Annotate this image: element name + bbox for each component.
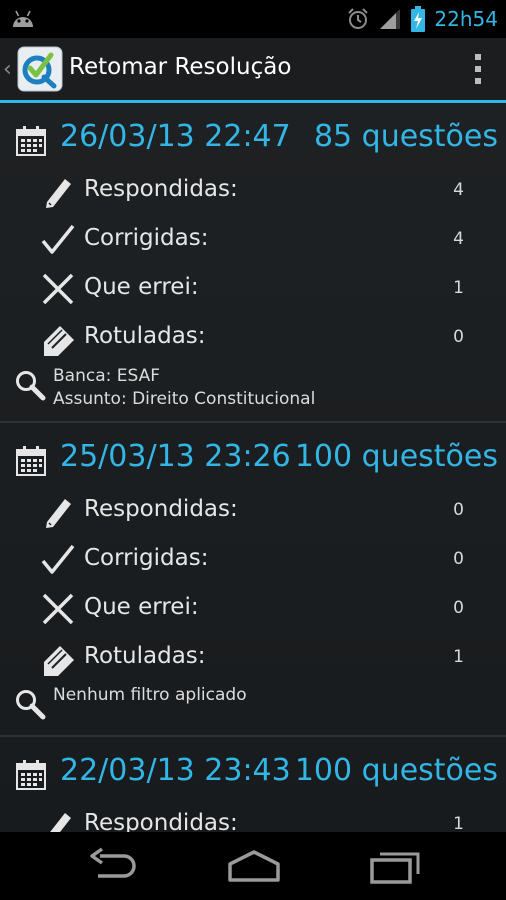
session-header: 25/03/13 23:26 100 questões <box>0 423 506 487</box>
magnifier-icon <box>16 690 46 720</box>
stat-label: Rotuladas: <box>84 643 206 669</box>
navigation-bar <box>0 832 506 900</box>
status-time: 22h54 <box>434 7 498 31</box>
check-icon <box>41 544 75 574</box>
calendar-icon <box>16 446 46 476</box>
stat-label: Que errei: <box>84 594 199 620</box>
stat-label: Respondidas: <box>84 810 238 832</box>
tag-pencil-icon <box>44 326 74 356</box>
pencil-icon <box>46 179 71 208</box>
magnifier-icon <box>16 371 46 401</box>
filter-line: Nenhum filtro aplicado <box>53 685 247 705</box>
check-icon <box>41 224 75 254</box>
stat-row-labeled: Rotuladas: 1 <box>0 634 506 678</box>
status-bar: 22h54 <box>0 0 506 38</box>
stat-row-answered: Respondidas: 4 <box>0 167 506 211</box>
android-debug-icon <box>13 10 33 27</box>
alarm-icon <box>348 8 369 29</box>
app-logo-icon[interactable] <box>17 46 63 92</box>
pencil-icon <box>46 499 71 528</box>
question-count: 100 questões <box>294 439 498 474</box>
calendar-icon <box>16 760 46 790</box>
stat-label: Respondidas: <box>84 176 238 202</box>
stat-row-corrected: Corrigidas: 0 <box>0 536 506 580</box>
stat-label: Que errei: <box>84 274 199 300</box>
session-header: 22/03/13 23:43 100 questões <box>0 737 506 801</box>
stat-row-corrected: Corrigidas: 4 <box>0 216 506 260</box>
stat-label: Corrigidas: <box>84 545 209 571</box>
session-list[interactable]: 26/03/13 22:47 85 questões Respondidas: … <box>0 103 506 832</box>
session-item[interactable]: 22/03/13 23:43 100 questões Respondidas:… <box>0 737 506 832</box>
stat-value: 1 <box>453 278 464 298</box>
session-date: 25/03/13 23:26 <box>60 439 291 474</box>
back-icon[interactable] <box>88 846 140 886</box>
session-header: 26/03/13 22:47 85 questões <box>0 103 506 167</box>
stat-value: 4 <box>453 229 464 249</box>
action-bar: ‹ Retomar Resolução <box>0 38 506 100</box>
stat-row-labeled: Rotuladas: 0 <box>0 314 506 358</box>
tag-pencil-icon <box>44 646 74 676</box>
stat-label: Respondidas: <box>84 496 238 522</box>
stat-value: 1 <box>453 814 464 832</box>
signal-icon <box>380 9 401 29</box>
session-date: 26/03/13 22:47 <box>60 119 291 154</box>
stat-value: 0 <box>453 549 464 569</box>
up-caret-icon[interactable]: ‹ <box>3 57 12 82</box>
stat-value: 0 <box>453 598 464 618</box>
pencil-icon <box>50 813 71 832</box>
x-icon <box>42 273 74 305</box>
stat-value: 1 <box>453 647 464 667</box>
filter-line: Assunto: Direito Constitucional <box>53 389 316 409</box>
stat-value: 0 <box>453 327 464 347</box>
session-date: 22/03/13 23:43 <box>60 753 291 788</box>
stat-row-answered: Respondidas: 0 <box>0 487 506 531</box>
overflow-menu-icon[interactable] <box>472 52 484 86</box>
session-item[interactable]: 26/03/13 22:47 85 questões Respondidas: … <box>0 103 506 423</box>
battery-charging-icon <box>411 6 426 32</box>
session-item[interactable]: 25/03/13 23:26 100 questões Respondidas:… <box>0 423 506 737</box>
question-count: 100 questões <box>294 753 498 788</box>
filter-line: Banca: ESAF <box>53 366 161 386</box>
stat-label: Corrigidas: <box>84 225 209 251</box>
home-icon[interactable] <box>224 846 284 886</box>
page-title: Retomar Resolução <box>69 54 292 80</box>
stat-row-wrong: Que errei: 1 <box>0 265 506 309</box>
recent-apps-icon[interactable] <box>368 846 424 886</box>
question-count: 85 questões <box>313 119 498 154</box>
stat-label: Rotuladas: <box>84 323 206 349</box>
x-icon <box>42 593 74 625</box>
calendar-icon <box>16 126 46 156</box>
stat-row-answered: Respondidas: 1 <box>0 801 506 832</box>
stat-value: 0 <box>453 500 464 520</box>
stat-value: 4 <box>453 180 464 200</box>
stat-row-wrong: Que errei: 0 <box>0 585 506 629</box>
